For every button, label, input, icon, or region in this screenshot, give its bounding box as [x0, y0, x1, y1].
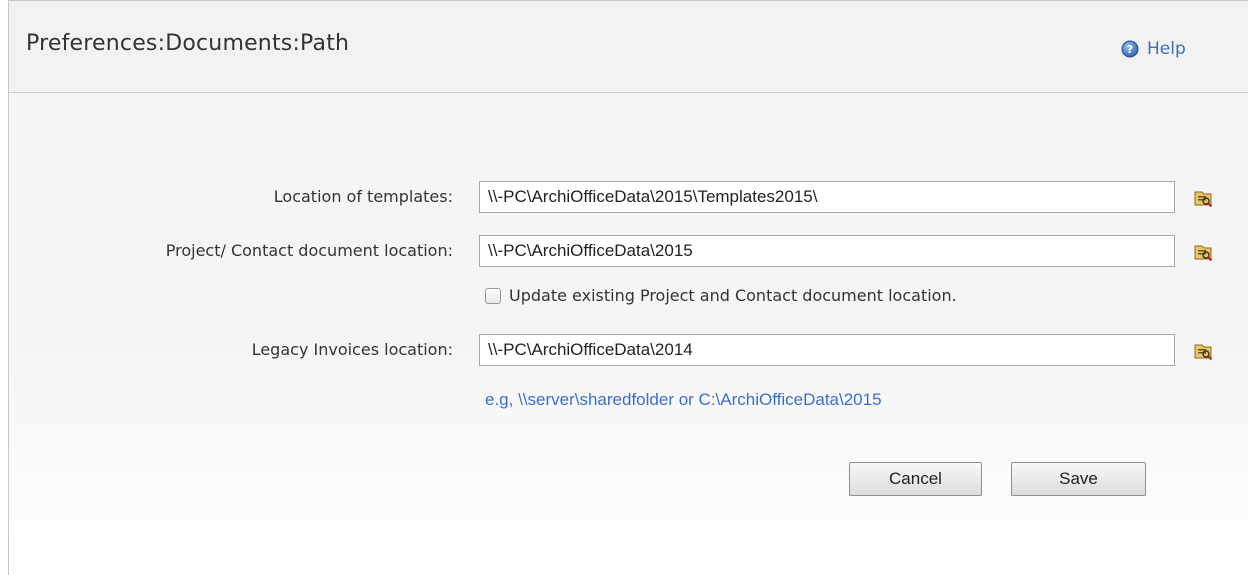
project-contact-browse-icon[interactable]	[1193, 242, 1213, 262]
svg-text:?: ?	[1127, 43, 1133, 56]
help-icon: ?	[1121, 40, 1139, 58]
help-link[interactable]: ? Help	[1121, 39, 1186, 59]
legacy-invoices-row: Legacy Invoices location:	[9, 334, 1248, 366]
cancel-button[interactable]: Cancel	[849, 462, 982, 496]
templates-label: Location of templates:	[273, 187, 453, 206]
project-contact-label: Project/ Contact document location:	[165, 241, 453, 260]
legacy-invoices-browse-icon[interactable]	[1193, 341, 1213, 361]
update-existing-option: Update existing Project and Contact docu…	[485, 286, 957, 305]
path-example-hint: e.g, \\server\sharedfolder or C:\ArchiOf…	[485, 390, 882, 409]
update-existing-label: Update existing Project and Contact docu…	[509, 286, 957, 305]
page-title: Preferences:Documents:Path	[26, 31, 350, 56]
update-existing-checkbox[interactable]	[485, 287, 501, 304]
templates-path-input[interactable]	[479, 181, 1175, 213]
templates-browse-icon[interactable]	[1193, 188, 1213, 208]
project-contact-row: Project/ Contact document location:	[9, 235, 1248, 267]
legacy-invoices-label: Legacy Invoices location:	[251, 340, 453, 359]
legacy-invoices-path-input[interactable]	[479, 334, 1175, 366]
help-label: Help	[1147, 39, 1186, 59]
save-button[interactable]: Save	[1011, 462, 1146, 496]
templates-row: Location of templates:	[9, 181, 1248, 213]
panel-header: Preferences:Documents:Path ? Help	[9, 1, 1248, 93]
preferences-panel: Preferences:Documents:Path ? Help Locati…	[8, 0, 1248, 575]
project-contact-path-input[interactable]	[479, 235, 1175, 267]
